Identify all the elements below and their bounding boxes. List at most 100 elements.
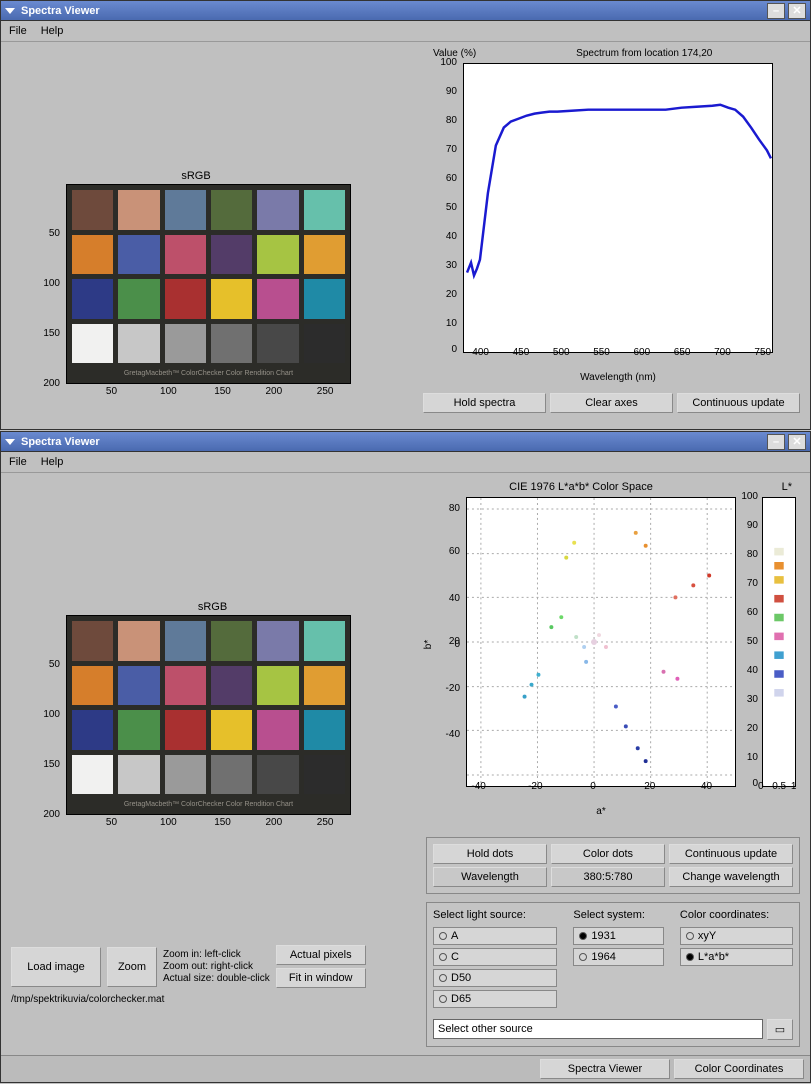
color-swatch[interactable]	[211, 755, 252, 795]
coords-xyY[interactable]: xyY	[680, 927, 793, 945]
color-swatch[interactable]	[304, 279, 345, 319]
color-swatch[interactable]	[304, 710, 345, 750]
actual-pixels-button[interactable]: Actual pixels	[276, 945, 366, 965]
minimize-button[interactable]: –	[767, 3, 785, 19]
color-swatch[interactable]	[257, 235, 298, 275]
source-D65[interactable]: D65	[433, 990, 557, 1008]
wavelength-label: Wavelength	[433, 867, 547, 887]
color-swatch[interactable]	[165, 324, 206, 364]
colorchecker-caption: GretagMacbeth™ ColorChecker Color Rendit…	[72, 368, 345, 378]
minimize-button[interactable]: –	[767, 434, 785, 450]
color-swatch[interactable]	[211, 324, 252, 364]
right-column: CIE 1976 L*a*b* Color Space	[426, 479, 800, 1047]
menu-help[interactable]: Help	[41, 25, 64, 37]
menu-file[interactable]: File	[9, 456, 27, 468]
zoom-button[interactable]: Zoom	[107, 947, 157, 987]
color-swatch[interactable]	[165, 666, 206, 706]
color-swatch[interactable]	[257, 621, 298, 661]
color-swatch[interactable]	[165, 279, 206, 319]
color-swatch[interactable]	[211, 710, 252, 750]
color-swatch[interactable]	[304, 324, 345, 364]
source-C[interactable]: C	[433, 948, 557, 966]
wavelength-value: 380:5:780	[551, 867, 665, 887]
color-swatch[interactable]	[118, 235, 159, 275]
color-swatch[interactable]	[211, 666, 252, 706]
color-swatch[interactable]	[304, 666, 345, 706]
color-swatch[interactable]	[72, 621, 113, 661]
color-swatch[interactable]	[165, 621, 206, 661]
colorchecker-image[interactable]: GretagMacbeth™ ColorChecker Color Rendit…	[66, 184, 351, 384]
menu-help[interactable]: Help	[41, 456, 64, 468]
spectra-viewer-window-bottom: Spectra Viewer – ✕ File Help sRGB Gretag…	[0, 431, 811, 1083]
menu-file[interactable]: File	[9, 25, 27, 37]
coords-Lab[interactable]: L*a*b*	[680, 948, 793, 966]
spectrum-chart[interactable]	[463, 63, 773, 353]
color-swatch[interactable]	[304, 190, 345, 230]
color-swatch[interactable]	[257, 666, 298, 706]
lab-title: CIE 1976 L*a*b* Color Space	[426, 481, 736, 493]
color-swatch[interactable]	[257, 279, 298, 319]
colorchecker-image[interactable]: GretagMacbeth™ ColorChecker Color Rendit…	[66, 615, 351, 815]
color-swatch[interactable]	[118, 324, 159, 364]
system-1931[interactable]: 1931	[573, 927, 663, 945]
color-swatch[interactable]	[72, 755, 113, 795]
color-swatch[interactable]	[118, 621, 159, 661]
zoom-help3: Actual size: double-click	[163, 973, 270, 985]
coords-label: Color coordinates:	[680, 909, 793, 921]
close-button[interactable]: ✕	[788, 434, 806, 450]
color-swatch[interactable]	[211, 279, 252, 319]
color-swatch[interactable]	[118, 190, 159, 230]
light-source-label: Select light source:	[433, 909, 557, 921]
titlebar[interactable]: Spectra Viewer – ✕	[1, 432, 810, 452]
other-source-input[interactable]	[433, 1019, 763, 1039]
hold-spectra-button[interactable]: Hold spectra	[423, 393, 546, 413]
spectrum-xlabel: Wavelength (nm)	[463, 372, 773, 383]
color-swatch[interactable]	[165, 190, 206, 230]
color-swatch[interactable]	[165, 235, 206, 275]
color-swatch[interactable]	[304, 621, 345, 661]
color-swatch[interactable]	[72, 710, 113, 750]
system-1964[interactable]: 1964	[573, 948, 663, 966]
color-swatch[interactable]	[257, 710, 298, 750]
load-image-button[interactable]: Load image	[11, 947, 101, 987]
color-swatch[interactable]	[118, 279, 159, 319]
color-swatch[interactable]	[118, 755, 159, 795]
status-spectra-button[interactable]: Spectra Viewer	[540, 1059, 670, 1079]
color-swatch[interactable]	[211, 621, 252, 661]
color-swatch[interactable]	[211, 190, 252, 230]
change-wavelength-button[interactable]: Change wavelength	[669, 867, 793, 887]
L-strip-chart[interactable]	[762, 497, 796, 787]
menubar: File Help	[1, 21, 810, 42]
color-swatch[interactable]	[304, 755, 345, 795]
expand-down-icon	[5, 439, 15, 445]
color-swatch[interactable]	[118, 710, 159, 750]
color-swatch[interactable]	[72, 235, 113, 275]
color-swatch[interactable]	[165, 710, 206, 750]
other-source-open-button[interactable]: ▭	[767, 1019, 793, 1040]
color-swatch[interactable]	[257, 324, 298, 364]
lab-xlabel: a*	[466, 806, 736, 817]
status-color-coord-button[interactable]: Color Coordinates	[674, 1059, 804, 1079]
continuous-update-button-2[interactable]: Continuous update	[669, 844, 793, 864]
color-swatch[interactable]	[72, 190, 113, 230]
color-swatch[interactable]	[165, 755, 206, 795]
color-swatch[interactable]	[72, 666, 113, 706]
color-swatch[interactable]	[72, 279, 113, 319]
color-swatch[interactable]	[257, 755, 298, 795]
source-D50[interactable]: D50	[433, 969, 557, 987]
source-A[interactable]: A	[433, 927, 557, 945]
clear-axes-button[interactable]: Clear axes	[550, 393, 673, 413]
color-dots-button[interactable]: Color dots	[551, 844, 665, 864]
color-swatch[interactable]	[211, 235, 252, 275]
color-swatch[interactable]	[257, 190, 298, 230]
lab-chart[interactable]	[466, 497, 736, 787]
titlebar[interactable]: Spectra Viewer – ✕	[1, 1, 810, 21]
color-swatch[interactable]	[304, 235, 345, 275]
hold-dots-button[interactable]: Hold dots	[433, 844, 547, 864]
close-button[interactable]: ✕	[788, 3, 806, 19]
color-swatch[interactable]	[118, 666, 159, 706]
zoom-help1: Zoom in: left-click	[163, 949, 270, 961]
fit-in-window-button[interactable]: Fit in window	[276, 968, 366, 988]
color-swatch[interactable]	[72, 324, 113, 364]
continuous-update-button[interactable]: Continuous update	[677, 393, 800, 413]
